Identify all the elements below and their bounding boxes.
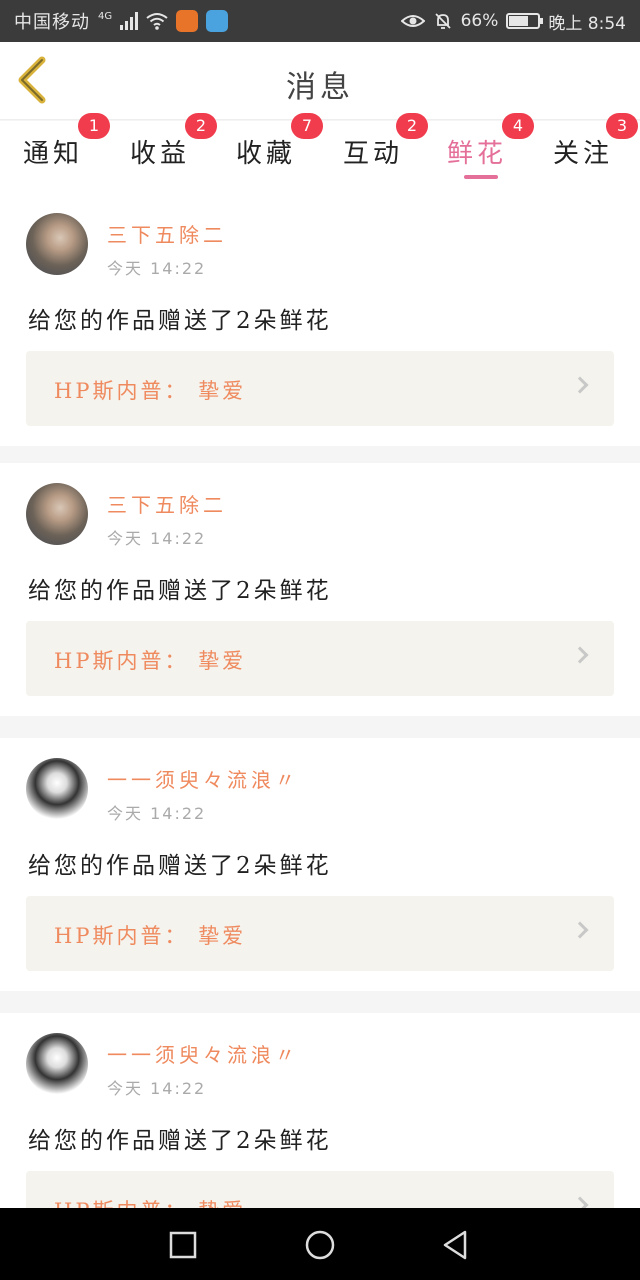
list-item: 三下五除二 今天 14:22 给您的作品赠送了2朵鲜花 HP斯内普： 挚爱: [0, 463, 640, 716]
message-text: 给您的作品赠送了2朵鲜花: [28, 308, 332, 334]
avatar[interactable]: [26, 483, 88, 545]
wifi-icon: [146, 13, 168, 30]
unread-badge: 7: [291, 113, 323, 139]
message-time: 今天 14:22: [107, 1079, 207, 1098]
tab-favorites[interactable]: 收藏 7: [221, 113, 323, 193]
sender-name[interactable]: 一一须臾々流浪〃: [107, 764, 299, 793]
unread-badge: 4: [502, 113, 534, 139]
tab-label: 通知: [22, 139, 83, 169]
work-title: HP斯内普： 挚爱: [54, 649, 247, 673]
chevron-right-icon: [571, 646, 589, 664]
page-title: 消息: [286, 70, 354, 105]
list-item: 一一须臾々流浪〃 今天 14:22 给您的作品赠送了2朵鲜花 HP斯内普： 挚爱: [0, 738, 640, 991]
avatar[interactable]: [26, 758, 88, 820]
message-list[interactable]: 三下五除二 今天 14:22 给您的作品赠送了2朵鲜花 HP斯内普： 挚爱 三下…: [0, 193, 640, 1208]
message-time: 今天 14:22: [107, 529, 207, 548]
active-tab-indicator: [464, 175, 498, 179]
tab-notifications[interactable]: 通知 1: [8, 113, 110, 193]
work-title: HP斯内普： 挚爱: [54, 379, 247, 403]
sender-name[interactable]: 三下五除二: [107, 489, 227, 518]
message-time: 今天 14:22: [107, 804, 207, 823]
tab-label: 关注: [552, 139, 613, 169]
browser-notification-icon: [206, 10, 229, 32]
clock: 晚上 8:54: [548, 13, 626, 34]
work-title: HP斯内普： 挚爱: [54, 924, 247, 948]
tab-label: 鲜花: [446, 139, 507, 169]
message-text: 给您的作品赠送了2朵鲜花: [28, 853, 332, 879]
status-bar: 中国移动 4G 66% 晚上 8:54: [0, 0, 640, 42]
battery-percent: 66%: [460, 11, 499, 31]
carrier-name: 中国移动: [14, 12, 90, 33]
battery-icon: [506, 13, 544, 29]
app-notification-icon: [176, 10, 199, 32]
sender-name[interactable]: 一一须臾々流浪〃: [107, 1039, 299, 1068]
message-text: 给您的作品赠送了2朵鲜花: [28, 578, 332, 604]
chevron-right-icon: [571, 376, 589, 394]
work-link[interactable]: HP斯内普： 挚爱: [26, 896, 614, 971]
work-link[interactable]: HP斯内普： 挚爱: [26, 621, 614, 696]
sender-name[interactable]: 三下五除二: [107, 219, 227, 248]
mute-bell-icon: [434, 13, 451, 29]
work-link[interactable]: HP斯内普： 挚爱: [26, 351, 614, 426]
home-icon[interactable]: [304, 1229, 336, 1261]
tab-label: 收藏: [235, 139, 296, 169]
list-item: 一一须臾々流浪〃 今天 14:22 给您的作品赠送了2朵鲜花 HP斯内普： 挚爱: [0, 1013, 640, 1208]
eye-icon: [400, 15, 425, 27]
chevron-right-icon: [571, 921, 589, 939]
chevron-right-icon: [571, 1196, 589, 1208]
system-nav-bar: [0, 1208, 640, 1280]
signal-icon: [120, 12, 139, 30]
tab-bar: 通知 1 收益 2 收藏 7 互动 2 鲜花 4 关注 3: [0, 113, 640, 193]
message-time: 今天 14:22: [107, 259, 207, 278]
network-type: 4G: [98, 11, 113, 22]
tab-earnings[interactable]: 收益 2: [115, 113, 217, 193]
unread-badge: 3: [606, 113, 638, 139]
message-text: 给您的作品赠送了2朵鲜花: [28, 1128, 332, 1154]
unread-badge: 1: [78, 113, 110, 139]
tab-label: 收益: [129, 139, 190, 169]
recent-apps-icon[interactable]: [168, 1230, 198, 1260]
tab-following[interactable]: 关注 3: [538, 113, 638, 193]
tab-flowers[interactable]: 鲜花 4: [432, 113, 534, 193]
avatar[interactable]: [26, 213, 88, 275]
unread-badge: 2: [185, 113, 217, 139]
tab-interactions[interactable]: 互动 2: [328, 113, 428, 193]
work-link[interactable]: HP斯内普： 挚爱: [26, 1171, 614, 1208]
list-item: 三下五除二 今天 14:22 给您的作品赠送了2朵鲜花 HP斯内普： 挚爱: [0, 193, 640, 446]
tab-label: 互动: [342, 139, 403, 169]
header: 消息: [0, 42, 640, 120]
unread-badge: 2: [396, 113, 428, 139]
work-title: HP斯内普： 挚爱: [54, 1195, 246, 1208]
back-nav-icon[interactable]: [440, 1230, 470, 1260]
avatar[interactable]: [26, 1033, 88, 1095]
